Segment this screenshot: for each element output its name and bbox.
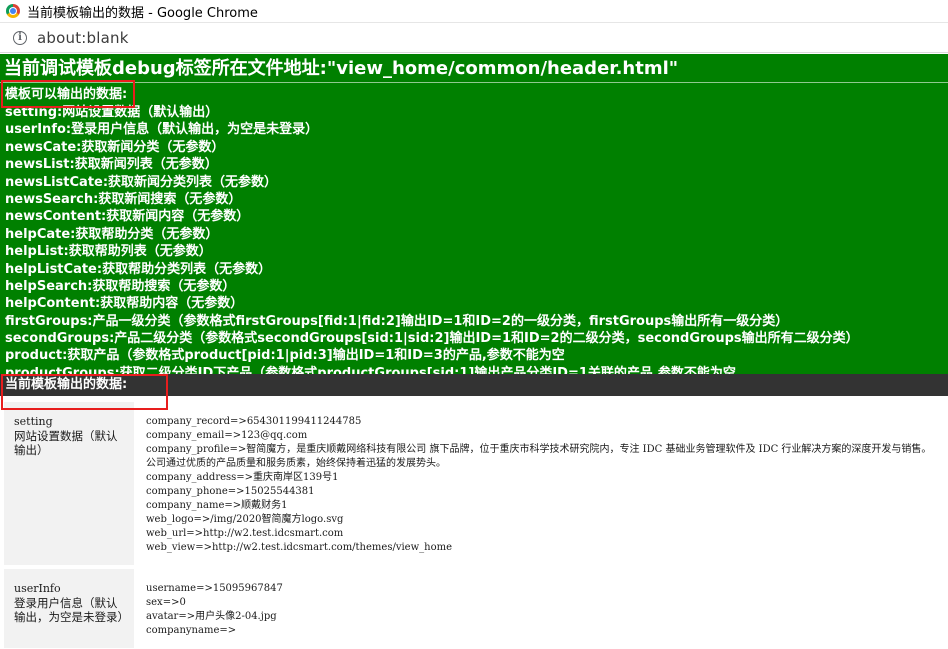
available-data-item: helpSearch:获取帮助搜索（无参数） [5,278,236,294]
available-data-item: setting:网站设置数据（默认输出） [5,105,219,120]
value-line: web_logo=>/img/2020智简魔方logo.svg [146,514,344,525]
value-line: web_url=>http://w2.test.idcsmart.com [146,528,344,539]
available-data-heading: 模板可以输出的数据: [5,87,128,102]
available-data-list: setting:网站设置数据（默认输出） userInfo:登录用户信息（默认输出… [5,104,948,374]
value-line: web_view=>http://w2.test.idcsmart.com/th… [146,542,453,553]
url-text[interactable]: about:blank [37,29,129,47]
available-data-item: newsContent:获取新闻内容（无参数） [5,209,250,225]
variable-values-cell: company_record=>654301199411244785compan… [138,402,944,565]
window-title-bar: 当前模板输出的数据 - Google Chrome [0,0,948,22]
data-table: setting 网站设置数据（默认输出） company_record=>65430… [0,398,948,649]
value-line: company_phone=>15025544381 [146,486,315,497]
available-data-panel: 模板可以输出的数据: setting:网站设置数据（默认输出） userInfo:… [0,83,948,374]
page-content: 当前调试模板debug标签所在文件地址:"view_home/common/he… [0,54,948,649]
address-bar[interactable]: i about:blank [0,22,948,53]
value-line: companyname=> [146,625,237,636]
available-data-item: firstGroups:产品一级分类（参数格式firstGroups[fid:1… [5,313,789,329]
variable-description: 登录用户信息（默认输出，为空是未登录） [14,596,129,624]
available-data-item: helpCate:获取帮助分类（无参数） [5,226,219,242]
debug-file-title: 当前调试模板debug标签所在文件地址:"view_home/common/he… [0,54,948,83]
available-data-item: newsList:获取新闻列表（无参数） [5,157,218,173]
current-data-heading: 当前模板输出的数据: [0,374,948,396]
value-line: avatar=>用户头像2-04.jpg [146,611,277,622]
value-line: sex=>0 [146,597,186,608]
available-data-item: secondGroups:产品二级分类（参数格式secondGroups[sid… [5,331,859,347]
available-data-item: productGroups:获取二级分类ID下产品（参数格式productGro… [5,365,736,374]
variable-values-cell: username=>15095967847 sex=>0 avatar=>用户头像2… [138,569,944,648]
variable-name: userInfo [14,582,61,595]
chrome-icon [6,4,20,18]
value-line: company_record=>654301199411244785 [146,416,362,427]
available-data-item: helpContent:获取帮助内容（无参数） [5,296,244,312]
value-line: company_name=>顺戴财务1 [146,500,288,511]
value-line: username=>15095967847 [146,583,283,594]
available-data-item: helpListCate:获取帮助分类列表（无参数） [5,261,272,277]
available-data-item: userInfo:登录用户信息（默认输出，为空是未登录） [5,122,319,138]
variable-name-cell: setting 网站设置数据（默认输出） [4,402,134,565]
value-line: company_email=>123@qq.com [146,430,308,441]
value-line: company_profile=>智简魔方，是重庆顺戴网络科技有限公司 旗下品牌… [146,444,932,469]
info-icon[interactable]: i [13,30,27,45]
available-data-item: newsSearch:获取新闻搜索（无参数） [5,191,242,207]
table-row: setting 网站设置数据（默认输出） company_record=>65430… [4,402,944,565]
variable-name: setting [14,415,53,428]
available-data-item: newsListCate:获取新闻分类列表（无参数） [5,174,278,190]
variable-name-cell: userInfo 登录用户信息（默认输出，为空是未登录） [4,569,134,648]
available-data-item: newsCate:获取新闻分类（无参数） [5,139,225,155]
table-row: userInfo 登录用户信息（默认输出，为空是未登录） username=>150… [4,569,944,648]
available-data-item: product:获取产品（参数格式product[pid:1|pid:3]输出I… [5,348,565,364]
variable-description: 网站设置数据（默认输出） [14,429,118,457]
window-title: 当前模板输出的数据 - Google Chrome [27,5,258,21]
available-data-item: helpList:获取帮助列表（无参数） [5,244,212,260]
value-line: company_address=>重庆南岸区139号1 [146,472,339,483]
